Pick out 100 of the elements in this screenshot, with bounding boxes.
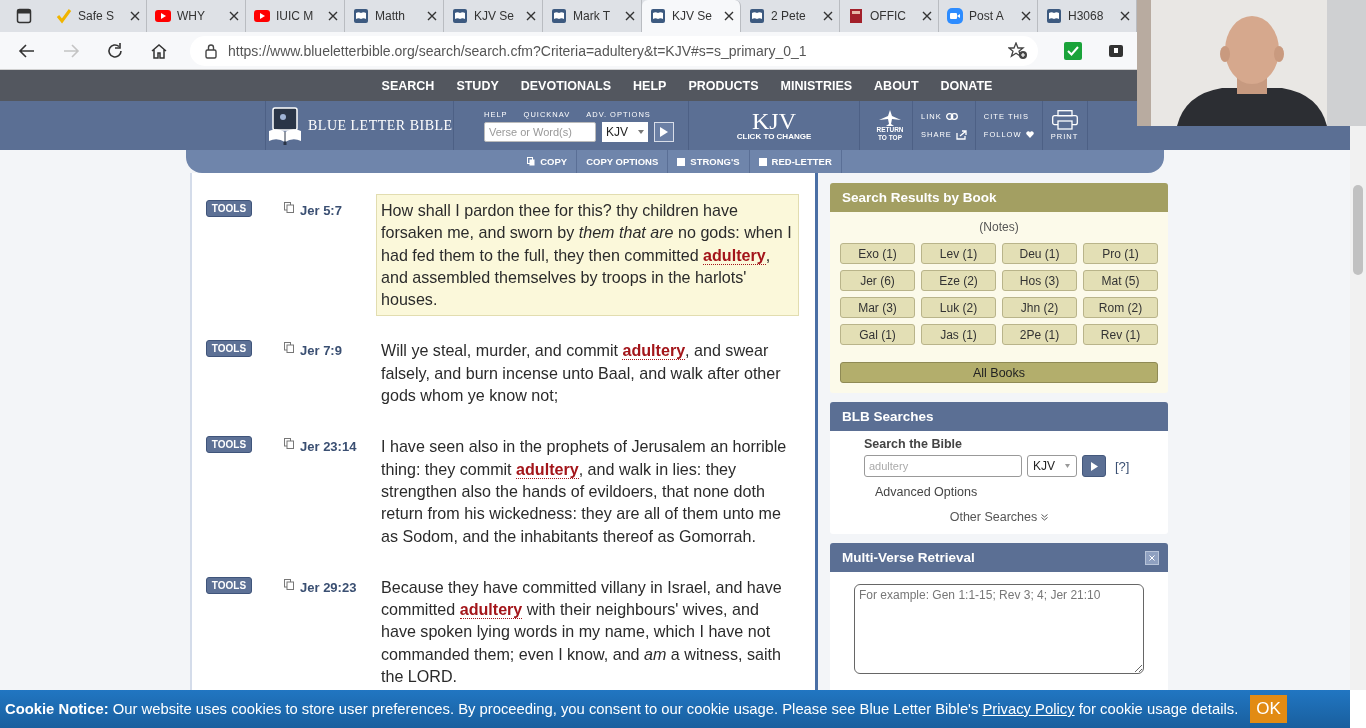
home-icon[interactable] <box>150 41 168 60</box>
book-button[interactable]: Gal (1) <box>840 324 915 345</box>
close-icon[interactable] <box>229 11 239 21</box>
extension-icon[interactable] <box>1108 42 1124 59</box>
book-button[interactable]: Eze (2) <box>921 270 996 291</box>
nav-link[interactable]: DEVOTIONALS <box>520 78 612 93</box>
tools-button[interactable]: TOOLS <box>206 200 252 217</box>
browser-tab[interactable]: KJV Se <box>642 0 741 32</box>
tab-actions-icon[interactable] <box>16 8 32 24</box>
back-icon[interactable] <box>18 41 36 60</box>
nav-link[interactable]: DONATE <box>940 78 993 93</box>
url-text: https://www.blueletterbible.org/search/search.cfm?Criteria=adultery&t=KJV#s=s_primary_0_1 <box>228 42 808 59</box>
book-button[interactable]: Jhn (2) <box>1002 297 1077 318</box>
verse-reference[interactable]: Jer 29:23 <box>300 579 376 595</box>
tab-title: Post A <box>969 9 1005 23</box>
book-button[interactable]: Rev (1) <box>1083 324 1158 345</box>
nav-link[interactable]: ABOUT <box>874 78 919 93</box>
open-book-icon <box>268 106 302 145</box>
close-icon[interactable] <box>526 11 536 21</box>
copy-icon[interactable] <box>284 438 294 450</box>
copy-icon[interactable] <box>284 342 294 354</box>
tab-title: OFFIC <box>870 9 907 23</box>
close-icon[interactable] <box>130 11 140 21</box>
book-icon <box>749 8 765 24</box>
caret-icon <box>1065 464 1070 468</box>
caret-icon <box>638 129 644 134</box>
search-go-button[interactable] <box>1082 455 1106 477</box>
close-icon[interactable] <box>1120 11 1130 21</box>
book-button[interactable]: Rom (2) <box>1083 297 1158 318</box>
book-button[interactable]: Mar (3) <box>840 297 915 318</box>
play-icon <box>155 8 171 24</box>
notes-label: (Notes) <box>978 220 1020 234</box>
advanced-options-link[interactable]: Advanced Options <box>875 485 1168 499</box>
checkmark-icon[interactable] <box>1064 41 1082 60</box>
cookie-notice-text: Cookie Notice: Our website uses cookies to store user preferences. By proceeding, you consent to our cookie usage. Please see Blue Letter Bible's Privacy Policy for cookie usage details. <box>5 701 1239 717</box>
tab-title: 2 Pete <box>771 9 807 23</box>
close-icon[interactable] <box>823 11 833 21</box>
book-button[interactable]: Jer (6) <box>840 270 915 291</box>
book-button[interactable]: Lev (1) <box>921 243 996 264</box>
other-searches-link[interactable]: Other Searches <box>830 510 1168 524</box>
close-icon[interactable] <box>724 11 734 21</box>
close-icon <box>1149 554 1155 561</box>
tab-title: KJV Se <box>474 9 516 23</box>
help-link[interactable]: [?] <box>1115 458 1130 474</box>
verse-list-field[interactable]: For example: Gen 1:1-15; Rev 3; 4; Jer 21:10 <box>854 584 1144 674</box>
reload-icon[interactable] <box>106 41 124 60</box>
all-books-button[interactable]: All Books <box>840 362 1158 383</box>
copy-icon[interactable] <box>284 578 294 590</box>
tools-button[interactable]: TOOLS <box>206 436 252 454</box>
verse-text: I have seen also in the prophets of Jerusalem an horrible thing: they commit adultery, and walk in lies: they strengthen also the hands of evildoers, that none doth return from his wickedness: they are all of them unto me as Sodom, and the inhabitants thereof as Gomorrah. <box>380 436 788 547</box>
nav-link[interactable]: MINISTRIES <box>780 78 853 93</box>
book-button[interactable]: Luk (2) <box>921 297 996 318</box>
tools-button[interactable]: TOOLS <box>206 576 252 594</box>
verse-reference[interactable]: Jer 7:9 <box>300 343 376 359</box>
scrollbar[interactable] <box>1350 126 1366 690</box>
site-logo[interactable]: BLUE LETTER BIBLE <box>308 117 453 134</box>
panel-title: Search Results by Book <box>830 183 1168 212</box>
copy-icon[interactable] <box>284 202 294 213</box>
book-button[interactable]: Exo (1) <box>840 243 915 264</box>
verse-text: Because they have committed villany in Israel, and have committed adultery with their neighbours' wives, and have spoken lying words in my name, which I have not commanded them; even I know, and am a witness, saith the LORD. <box>380 576 783 688</box>
nav-link[interactable]: STUDY <box>456 78 499 93</box>
tools-button[interactable]: TOOLS <box>206 340 252 358</box>
book-button[interactable]: Hos (3) <box>1002 270 1077 291</box>
tab-title: WHY <box>177 9 206 23</box>
nav-link[interactable]: SEARCH <box>381 78 435 93</box>
version-select[interactable]: KJV <box>602 121 648 142</box>
search-field[interactable]: adultery <box>864 455 1022 477</box>
nav-link[interactable]: PRODUCTS <box>688 78 759 93</box>
checkbox[interactable] <box>758 157 767 166</box>
book-icon <box>452 8 468 24</box>
favorite-add-icon[interactable] <box>1008 41 1028 60</box>
book-button[interactable]: 2Pe (1) <box>1002 324 1077 345</box>
verse-text: Will ye steal, murder, and commit adultery, and swear falsely, and burn incense unto Baal, and walk after other gods whom ye know not; <box>380 340 782 407</box>
close-icon[interactable] <box>427 11 437 21</box>
tab-title: Safe S <box>78 9 116 23</box>
scrollbar-thumb[interactable] <box>1353 185 1363 275</box>
close-icon[interactable] <box>1021 11 1031 21</box>
verse-search-field[interactable]: Verse or Word(s) <box>484 121 596 142</box>
close-icon[interactable] <box>625 11 635 21</box>
close-icon[interactable] <box>328 11 338 21</box>
book-button[interactable]: Deu (1) <box>1002 243 1077 264</box>
tab-title: IUIC M <box>276 9 315 23</box>
close-button[interactable] <box>1145 550 1159 565</box>
tab-title: KJV Se <box>672 9 714 23</box>
play-icon <box>1090 461 1098 471</box>
book-button[interactable]: Jas (1) <box>921 324 996 345</box>
checkbox[interactable] <box>677 157 686 166</box>
address-field[interactable]: https://www.blueletterbible.org/search/search.cfm?Criteria=adultery&t=KJV#s=s_primary_0_1 <box>190 35 1038 66</box>
verse-reference[interactable]: Jer 5:7 <box>300 203 376 218</box>
tab-title: Mark T <box>573 9 612 23</box>
book-button[interactable]: Mat (5) <box>1083 270 1158 291</box>
close-icon[interactable] <box>922 11 932 21</box>
nav-link[interactable]: HELP <box>633 78 667 93</box>
verse-reference[interactable]: Jer 23:14 <box>300 439 376 455</box>
book-icon <box>650 8 666 24</box>
play-icon <box>660 126 668 137</box>
version-select[interactable]: KJV <box>1027 455 1077 477</box>
play-icon <box>254 8 270 24</box>
book-button[interactable]: Pro (1) <box>1083 243 1158 264</box>
privacy-policy-link[interactable]: Privacy Policy <box>982 701 1075 717</box>
